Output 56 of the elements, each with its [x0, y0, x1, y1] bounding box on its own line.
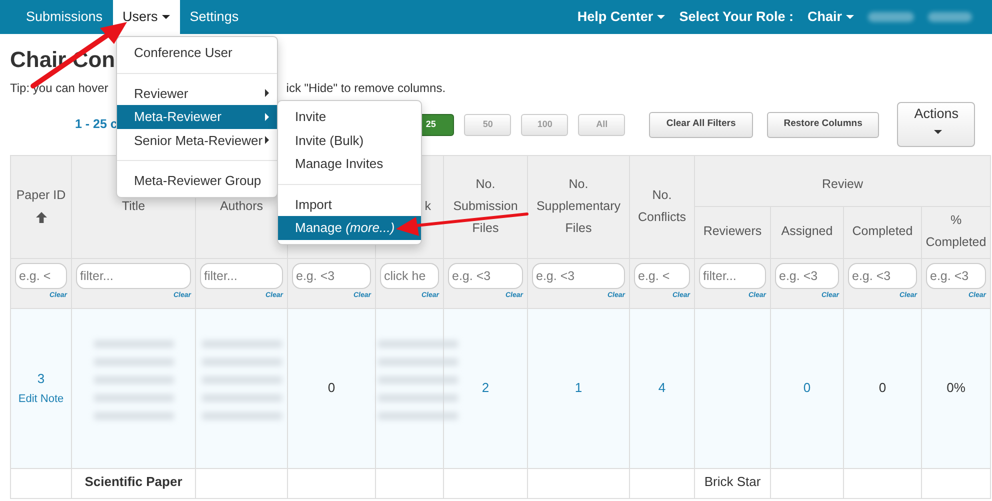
menu-item[interactable]: Meta-Reviewer — [117, 105, 277, 128]
redacted-text — [928, 12, 972, 22]
filter-field[interactable]: e.g. <3 — [292, 262, 371, 289]
table-cell: 0 — [878, 380, 886, 396]
filter-field[interactable]: e.g. <3 — [848, 262, 917, 289]
filter-field[interactable]: e.g. < — [15, 262, 67, 289]
group-header: Review — [694, 155, 990, 206]
table-cell: Scientific Paper — [84, 474, 182, 489]
page-size-button[interactable]: All — [578, 114, 626, 136]
filter-field[interactable]: e.g. <3 — [926, 262, 986, 289]
column-header: No. Conflicts — [630, 155, 694, 258]
filter-field[interactable]: e.g. <3 — [448, 262, 523, 289]
table-cell: 0 — [328, 380, 336, 396]
table-cell: 0% — [946, 380, 966, 396]
edit-note-link[interactable]: Edit Note — [18, 393, 64, 406]
column-header: No. Submission Files — [444, 155, 528, 258]
caret-icon — [934, 130, 942, 134]
count-link[interactable]: 4 — [658, 380, 666, 396]
count-link[interactable]: 0 — [803, 380, 811, 396]
sort-up-icon[interactable] — [36, 212, 46, 223]
toolbar-button[interactable]: Restore Columns — [766, 112, 880, 138]
table-cell: Brick Star — [704, 474, 761, 489]
menu-item[interactable]: Conference User — [117, 41, 277, 64]
filter-field[interactable]: filter... — [76, 262, 191, 289]
filter-field[interactable]: e.g. < — [634, 262, 690, 289]
menu-item[interactable]: Manage (more...) — [278, 216, 421, 240]
filter-field[interactable]: filter... — [200, 262, 283, 289]
column-header: % Completed — [922, 206, 990, 258]
nav-dropdown[interactable]: Chair — [807, 6, 854, 28]
toolbar-button[interactable]: Clear All Filters — [649, 112, 753, 138]
paper-id-link[interactable]: 3 — [37, 370, 45, 386]
page-size-button[interactable]: 100 — [521, 114, 568, 136]
nav-dropdown[interactable]: Help Center — [577, 6, 666, 28]
actions-button[interactable]: Actions — [897, 102, 976, 148]
column-header: Paper ID — [10, 155, 72, 258]
column-header: Assigned — [770, 206, 844, 258]
nav-tab[interactable]: Users — [112, 0, 180, 34]
tip-text: ick "Hide" to remove columns. — [286, 80, 446, 97]
menu-item[interactable]: Reviewer — [117, 82, 277, 105]
column-header: Completed — [844, 206, 922, 258]
count-link[interactable]: 2 — [482, 380, 490, 396]
column-header: No. Supplementary Files — [528, 155, 630, 258]
filter-field[interactable]: click he — [380, 262, 439, 289]
caret-icon — [846, 15, 854, 20]
nav-tab[interactable]: Settings — [180, 0, 249, 34]
filter-field[interactable]: filter... — [699, 262, 766, 289]
role-label: Select Your Role : — [679, 8, 794, 26]
redacted-text — [868, 12, 914, 22]
menu-item[interactable]: Senior Meta-Reviewer — [117, 128, 277, 152]
nav-tab[interactable]: Submissions — [16, 0, 113, 34]
column-header: Reviewers — [694, 206, 770, 258]
filter-field[interactable]: e.g. <3 — [775, 262, 839, 289]
count-link[interactable]: 1 — [574, 380, 582, 396]
page-size-button[interactable]: 50 — [464, 114, 512, 136]
caret-icon — [657, 15, 666, 20]
filter-field[interactable]: e.g. <3 — [532, 262, 625, 289]
